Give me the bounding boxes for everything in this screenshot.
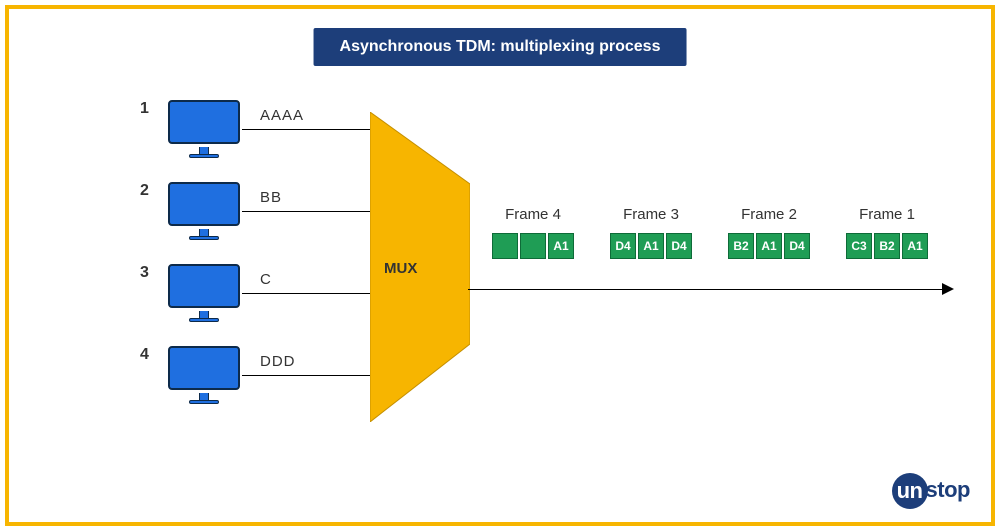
input-data-label: AAAA (260, 107, 304, 124)
input-line: BB (242, 211, 380, 212)
frame: Frame 3 D4A1D4 (610, 206, 692, 259)
monitor-icon (168, 182, 240, 240)
mux-block: MUX (370, 112, 470, 422)
frame-slots: C3B2A1 (846, 233, 928, 259)
terminal-row: 4 DDD (140, 346, 380, 404)
logo-text: stop (926, 477, 970, 502)
frame: Frame 2 B2A1D4 (728, 206, 810, 259)
frame: Frame 1 C3B2A1 (846, 206, 928, 259)
frame-slots: D4A1D4 (610, 233, 692, 259)
mux-label: MUX (384, 260, 417, 277)
input-line: AAAA (242, 129, 380, 130)
output-line (468, 289, 948, 290)
frame-title: Frame 3 (623, 206, 679, 223)
frame-title: Frame 4 (505, 206, 561, 223)
input-line: DDD (242, 375, 380, 376)
terminal-row: 2 BB (140, 182, 380, 240)
input-data-label: C (260, 271, 272, 288)
brand-logo: unstop (892, 473, 970, 509)
terminal-number: 2 (140, 182, 160, 200)
slot-cell: D4 (666, 233, 692, 259)
slot-cell: A1 (548, 233, 574, 259)
monitor-icon (168, 264, 240, 322)
slot-cell (492, 233, 518, 259)
logo-accent: un (892, 473, 928, 509)
monitor-icon (168, 346, 240, 404)
output-frames: Frame 4A1Frame 3D4A1D4Frame 2B2A1D4Frame… (492, 206, 928, 259)
terminal-number: 3 (140, 264, 160, 282)
frame: Frame 4 A1 (492, 206, 574, 259)
slot-cell: A1 (638, 233, 664, 259)
slot-cell: D4 (784, 233, 810, 259)
frame-title: Frame 1 (859, 206, 915, 223)
terminal-number: 1 (140, 100, 160, 118)
output-arrow-icon (942, 283, 954, 295)
slot-cell: C3 (846, 233, 872, 259)
slot-cell: A1 (756, 233, 782, 259)
frame-slots: A1 (492, 233, 574, 259)
slot-cell: A1 (902, 233, 928, 259)
input-data-label: DDD (260, 353, 296, 370)
slot-cell: D4 (610, 233, 636, 259)
terminal-row: 1 AAAA (140, 100, 380, 158)
slot-cell (520, 233, 546, 259)
slot-cell: B2 (728, 233, 754, 259)
frame-title: Frame 2 (741, 206, 797, 223)
monitor-icon (168, 100, 240, 158)
frame-slots: B2A1D4 (728, 233, 810, 259)
input-data-label: BB (260, 189, 282, 206)
slot-cell: B2 (874, 233, 900, 259)
input-terminals: 1 AAAA 2 BB 3 C 4 (140, 100, 380, 428)
terminal-row: 3 C (140, 264, 380, 322)
input-line: C (242, 293, 380, 294)
terminal-number: 4 (140, 346, 160, 364)
diagram-title: Asynchronous TDM: multiplexing process (314, 28, 687, 66)
